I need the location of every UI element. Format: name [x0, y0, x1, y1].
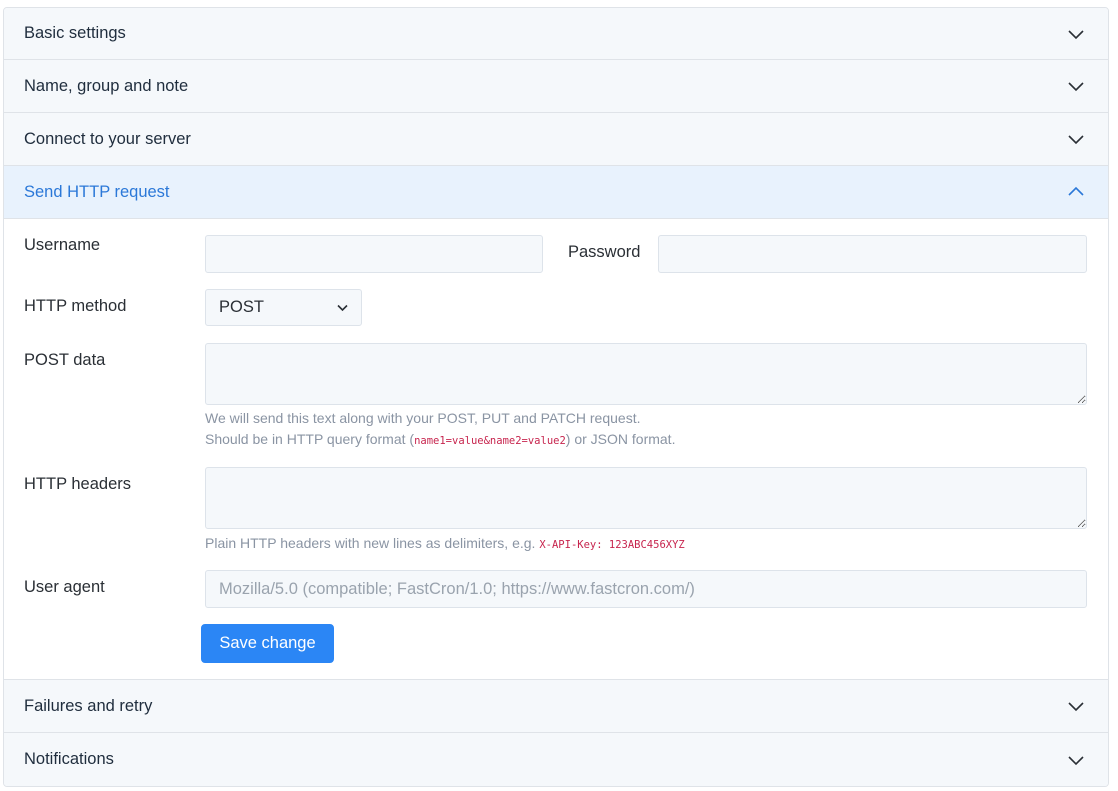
post-data-help: We will send this text along with your P…: [205, 408, 675, 452]
post-data-help-line2: Should be in HTTP query format (name1=va…: [205, 431, 676, 447]
user-agent-label: User agent: [24, 578, 105, 596]
section-title: Name, group and note: [24, 76, 189, 95]
password-label: Password: [568, 243, 641, 261]
section-title: Connect to your server: [24, 129, 191, 148]
http-method-label: HTTP method: [24, 297, 127, 315]
section-send-http-request[interactable]: Send HTTP request: [4, 166, 1108, 219]
username-input[interactable]: [205, 235, 543, 273]
section-connect-server[interactable]: Connect to your server: [4, 113, 1108, 166]
chevron-down-icon: [1066, 696, 1086, 716]
post-data-help-line1: We will send this text along with your P…: [205, 410, 641, 426]
save-change-button[interactable]: Save change: [201, 624, 334, 663]
post-data-label: POST data: [24, 351, 106, 369]
chevron-down-icon: [1066, 24, 1086, 44]
chevron-down-icon: [1066, 76, 1086, 96]
chevron-down-icon: [1066, 129, 1086, 149]
section-title: Notifications: [24, 750, 114, 768]
chevron-down-icon: [1066, 750, 1086, 770]
user-agent-input[interactable]: Mozilla/5.0 (compatible; FastCron/1.0; h…: [205, 570, 1087, 608]
post-data-textarea[interactable]: [205, 343, 1087, 405]
http-headers-label: HTTP headers: [24, 475, 131, 493]
settings-accordion: Basic settings Name, group and note Conn…: [3, 7, 1109, 787]
http-method-select[interactable]: POST: [205, 289, 362, 326]
password-input[interactable]: [658, 235, 1087, 273]
user-agent-placeholder: Mozilla/5.0 (compatible; FastCron/1.0; h…: [219, 579, 695, 598]
section-name-group-note[interactable]: Name, group and note: [4, 60, 1108, 113]
http-method-value: POST: [219, 298, 264, 316]
username-label: Username: [24, 236, 101, 254]
section-title: Basic settings: [24, 24, 126, 42]
http-headers-textarea[interactable]: [205, 467, 1087, 529]
chevron-down-icon: [336, 301, 349, 314]
query-format-example: name1=value&name2=value2: [414, 435, 566, 447]
section-basic-settings[interactable]: Basic settings: [4, 8, 1108, 60]
section-title: Send HTTP request: [24, 182, 170, 201]
section-notifications[interactable]: Notifications: [4, 733, 1108, 786]
section-title: Failures and retry: [24, 696, 153, 715]
http-request-panel: Username Password HTTP method POST POST …: [4, 219, 1108, 680]
http-headers-help: Plain HTTP headers with new lines as del…: [205, 535, 685, 551]
section-failures-retry[interactable]: Failures and retry: [4, 680, 1108, 733]
chevron-up-icon: [1066, 182, 1086, 202]
header-example: X-API-Key: 123ABC456XYZ: [539, 539, 685, 551]
